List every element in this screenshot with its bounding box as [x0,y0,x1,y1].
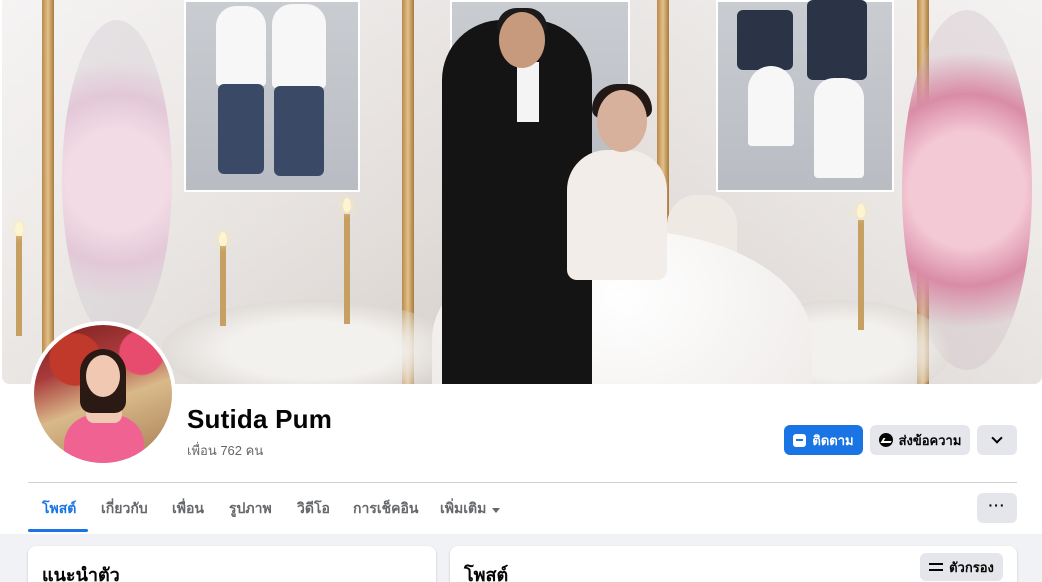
follow-icon [793,433,807,447]
intro-card: แนะนำตัว [28,546,436,582]
tab-friends[interactable]: เพื่อน [172,486,204,532]
tab-videos[interactable]: วิดีโอ [297,486,330,532]
tab-about-label: เกี่ยวกับ [101,500,148,516]
filter-icon [929,562,944,572]
tab-posts-label: โพสต์ [42,500,77,516]
header-divider [28,482,1017,483]
profile-name: Sutida Pum [187,404,333,434]
active-tab-indicator [28,529,88,532]
tab-checkins-label: การเช็คอิน [353,500,419,516]
message-button[interactable]: ส่งข้อความ [870,425,970,455]
more-actions-button[interactable] [977,425,1017,455]
message-label: ส่งข้อความ [898,432,962,448]
profile-header: Sutida Pum เพื่อน 762 คน ติดตาม ส่งข้อคว… [0,0,1042,534]
filter-button[interactable]: ตัวกรอง [920,553,1003,581]
follow-button[interactable]: ติดตาม [784,425,863,455]
messenger-icon [878,433,893,447]
tab-friends-label: เพื่อน [172,500,204,516]
tab-photos[interactable]: รูปภาพ [229,486,272,532]
tab-more[interactable]: เพิ่มเติม [440,486,501,532]
follow-label: ติดตาม [812,432,854,448]
more-dots-icon: ··· [988,497,1006,513]
chevron-down-icon [991,432,1003,444]
filter-label: ตัวกรอง [949,559,994,575]
tab-videos-label: วิดีโอ [297,500,330,516]
tab-photos-label: รูปภาพ [229,500,272,516]
friends-count[interactable]: เพื่อน 762 คน [187,440,263,461]
tab-checkins[interactable]: การเช็คอิน [353,486,419,532]
posts-card: โพสต์ ตัวกรอง [450,546,1017,582]
posts-title: โพสต์ [464,565,509,582]
tab-overflow-button[interactable]: ··· [977,493,1017,523]
tab-posts[interactable]: โพสต์ [42,486,76,532]
intro-title: แนะนำตัว [42,565,120,582]
caret-down-icon [492,507,501,513]
profile-avatar[interactable] [30,321,176,467]
tab-more-label: เพิ่มเติม [440,500,487,516]
tab-about[interactable]: เกี่ยวกับ [101,486,148,532]
cover-photo[interactable] [2,0,1042,384]
